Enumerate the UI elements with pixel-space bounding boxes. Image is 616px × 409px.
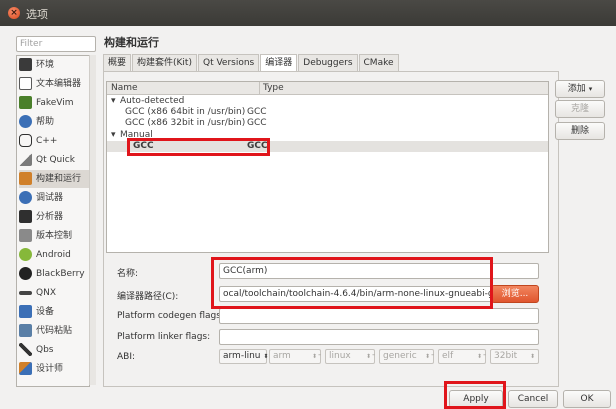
sidebar-item-help[interactable]: 帮助 — [19, 113, 89, 131]
sidebar-item-designer[interactable]: 设计师 — [19, 360, 89, 378]
android-icon — [19, 248, 32, 261]
filter-input[interactable]: Filter — [16, 36, 96, 52]
sidebar-splitter[interactable] — [89, 55, 96, 385]
fakevim-icon — [19, 96, 32, 109]
tab-compilers[interactable]: 编译器 — [260, 54, 298, 72]
abi-separator: - — [431, 350, 435, 360]
tab-qt-versions[interactable]: Qt Versions — [197, 54, 260, 71]
abi-format-select[interactable]: elf ⬍ — [438, 349, 486, 364]
spin-arrows-icon: ⬍ — [476, 353, 482, 360]
spin-arrows-icon: ⬍ — [263, 353, 269, 360]
column-divider — [259, 82, 260, 94]
abi-wordwidth-select[interactable]: 32bit ⬍ — [490, 349, 539, 364]
spin-arrows-icon: ⬍ — [365, 353, 371, 360]
linker-flags-field[interactable] — [219, 329, 539, 345]
expand-arrow-icon: ▾ — [111, 96, 116, 106]
monitor-icon — [19, 58, 32, 71]
spin-arrows-icon: ⬍ — [424, 353, 430, 360]
spin-arrows-icon: ⬍ — [311, 353, 317, 360]
devices-icon — [19, 305, 32, 318]
column-header-name[interactable]: Name — [111, 82, 138, 94]
highlight-box-form — [211, 257, 493, 309]
version-control-icon — [19, 229, 32, 242]
sidebar-item-devices[interactable]: 设备 — [19, 303, 89, 321]
analyzer-icon — [19, 210, 32, 223]
tree-group-auto-detected[interactable]: ▾ Auto-detected — [107, 96, 548, 107]
expand-arrow-icon: ▾ — [111, 130, 116, 140]
qnx-icon — [19, 290, 32, 295]
codegen-flags-field[interactable] — [219, 308, 539, 324]
abi-os-select[interactable]: linux ⬍ — [325, 349, 375, 364]
cancel-button[interactable]: Cancel — [508, 390, 558, 408]
help-icon — [19, 115, 32, 128]
code-paste-icon — [19, 324, 32, 337]
sidebar-item-build-run[interactable]: 构建和运行 — [19, 170, 89, 188]
ok-button[interactable]: OK — [563, 390, 611, 408]
add-button[interactable]: 添加 ▾ — [555, 80, 605, 98]
title-bar: × 选项 — [0, 0, 616, 26]
window-title: 选项 — [26, 8, 48, 21]
sidebar-item-fakevim[interactable]: FakeVim — [19, 94, 89, 112]
tab-cmake[interactable]: CMake — [358, 54, 399, 71]
tree-header: Name Type — [107, 82, 548, 95]
clone-button[interactable]: 克隆 — [555, 100, 605, 118]
sidebar-item-environment[interactable]: 环境 — [19, 56, 89, 74]
sidebar-item-android[interactable]: Android — [19, 246, 89, 264]
blackberry-icon — [19, 267, 32, 280]
cpp-icon — [19, 134, 32, 147]
sidebar-item-qbs[interactable]: Qbs — [19, 341, 89, 359]
close-icon[interactable]: × — [8, 7, 20, 19]
highlight-box-tree — [127, 138, 270, 156]
sidebar-item-debugger[interactable]: 调试器 — [19, 189, 89, 207]
qt-quick-icon — [19, 153, 32, 166]
tree-row[interactable]: GCC (x86 32bit in /usr/bin) GCC — [107, 118, 548, 129]
text-editor-icon — [19, 77, 32, 90]
designer-icon — [19, 362, 32, 375]
sidebar-item-analyzer[interactable]: 分析器 — [19, 208, 89, 226]
spin-arrows-icon: ⬍ — [529, 353, 535, 360]
category-sidebar: 环境 文本编辑器 FakeVim 帮助 C++ Qt Quick 构建和运行 调… — [16, 55, 90, 387]
qbs-icon — [19, 343, 32, 356]
sidebar-item-text-editor[interactable]: 文本编辑器 — [19, 75, 89, 93]
tab-bar: 概要 构建套件(Kit) Qt Versions 编译器 Debuggers C… — [103, 54, 400, 72]
sidebar-item-blackberry[interactable]: BlackBerry — [19, 265, 89, 283]
linker-flags-label: Platform linker flags: — [117, 332, 211, 342]
name-label: 名称: — [117, 269, 139, 279]
page-title: 构建和运行 — [104, 36, 159, 49]
debugger-icon — [19, 191, 32, 204]
sidebar-item-code-paste[interactable]: 代码粘贴 — [19, 322, 89, 340]
build-run-icon — [19, 172, 32, 185]
tab-debuggers[interactable]: Debuggers — [298, 54, 358, 71]
browse-button[interactable]: 浏览... — [491, 285, 539, 303]
sidebar-item-qnx[interactable]: QNX — [19, 284, 89, 302]
column-header-type[interactable]: Type — [263, 82, 284, 94]
tree-row[interactable]: GCC (x86 64bit in /usr/bin) GCC — [107, 107, 548, 118]
sidebar-item-qt-quick[interactable]: Qt Quick — [19, 151, 89, 169]
dropdown-arrow-icon: ▾ — [588, 85, 593, 93]
compiler-path-label: 编译器路径(C): — [117, 292, 179, 302]
abi-select[interactable]: arm-linu ⬍ — [219, 349, 269, 364]
abi-flavor-select[interactable]: generic ⬍ — [379, 349, 434, 364]
abi-separator: - — [318, 350, 322, 360]
sidebar-item-cpp[interactable]: C++ — [19, 132, 89, 150]
tab-summary[interactable]: 概要 — [103, 54, 132, 71]
abi-separator: - — [372, 350, 376, 360]
abi-label: ABI: — [117, 352, 136, 362]
abi-architecture-select[interactable]: arm ⬍ — [269, 349, 321, 364]
compiler-tree[interactable]: Name Type ▾ Auto-detected GCC (x86 64bit… — [106, 81, 549, 253]
abi-separator: - — [483, 350, 487, 360]
remove-button[interactable]: 删除 — [555, 122, 605, 140]
highlight-box-apply — [444, 381, 506, 409]
codegen-flags-label: Platform codegen flags: — [117, 311, 224, 321]
tab-kits[interactable]: 构建套件(Kit) — [132, 54, 197, 71]
sidebar-item-version-control[interactable]: 版本控制 — [19, 227, 89, 245]
